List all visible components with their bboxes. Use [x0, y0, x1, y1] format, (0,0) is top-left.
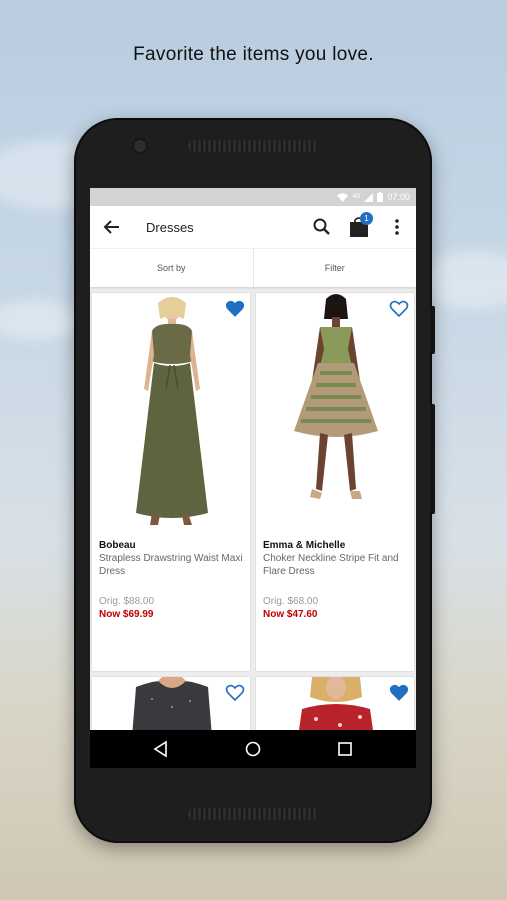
sale-price: Now $69.99 — [99, 609, 154, 620]
bottom-speaker — [188, 808, 318, 820]
product-image-olive-maxi-dress — [92, 293, 250, 533]
phone-frame: 4G 07:00 Dresses 1 Sort by Filter Bobeau… — [74, 118, 435, 843]
top-toolbar: Dresses 1 — [90, 206, 416, 248]
product-card[interactable] — [256, 677, 414, 737]
favorite-heart-icon[interactable] — [389, 683, 409, 703]
network-type-label: 4G — [352, 194, 361, 200]
bag-count-badge: 1 — [360, 212, 373, 225]
product-card[interactable]: Bobeau Strapless Drawstring Waist Maxi D… — [92, 293, 250, 671]
filter-button[interactable]: Filter — [254, 249, 417, 287]
more-options-icon[interactable] — [392, 217, 402, 237]
android-nav-bar — [90, 730, 416, 768]
signal-icon — [364, 192, 374, 202]
original-price: Orig. $88.00 — [99, 596, 155, 607]
clock: 07:00 — [387, 192, 410, 202]
nav-recents-icon[interactable] — [336, 740, 354, 758]
wifi-icon — [337, 192, 349, 202]
search-icon[interactable] — [312, 217, 332, 237]
battery-icon — [377, 192, 384, 202]
back-arrow-icon[interactable] — [102, 217, 122, 237]
product-brand: Emma & Michelle — [263, 540, 346, 551]
favorite-heart-outline-icon[interactable] — [389, 299, 409, 319]
product-card[interactable]: Emma & Michelle Choker Neckline Stripe F… — [256, 293, 414, 671]
sale-price: Now $47.60 — [263, 609, 318, 620]
page-title: Dresses — [146, 220, 194, 235]
favorite-heart-outline-icon[interactable] — [225, 683, 245, 703]
favorite-heart-icon[interactable] — [225, 299, 245, 319]
product-image-striped-dress — [256, 293, 414, 533]
original-price: Orig. $68.00 — [263, 596, 319, 607]
app-screen: 4G 07:00 Dresses 1 Sort by Filter Bobeau… — [90, 188, 416, 768]
product-card[interactable] — [92, 677, 250, 737]
headline: Favorite the items you love. — [133, 44, 374, 65]
nav-back-icon[interactable] — [152, 740, 170, 758]
sort-filter-bar: Sort by Filter — [90, 248, 416, 287]
top-speaker — [188, 140, 318, 152]
product-brand: Bobeau — [99, 540, 136, 551]
status-bar: 4G 07:00 — [90, 188, 416, 206]
front-camera — [134, 140, 146, 152]
product-name: Choker Neckline Stripe Fit and Flare Dre… — [263, 553, 399, 577]
sort-by-button[interactable]: Sort by — [90, 249, 254, 287]
power-button — [430, 306, 435, 354]
volume-button — [430, 404, 435, 514]
product-grid: Bobeau Strapless Drawstring Waist Maxi D… — [90, 289, 416, 737]
product-name: Strapless Drawstring Waist Maxi Dress — [99, 553, 243, 577]
nav-home-icon[interactable] — [244, 740, 262, 758]
